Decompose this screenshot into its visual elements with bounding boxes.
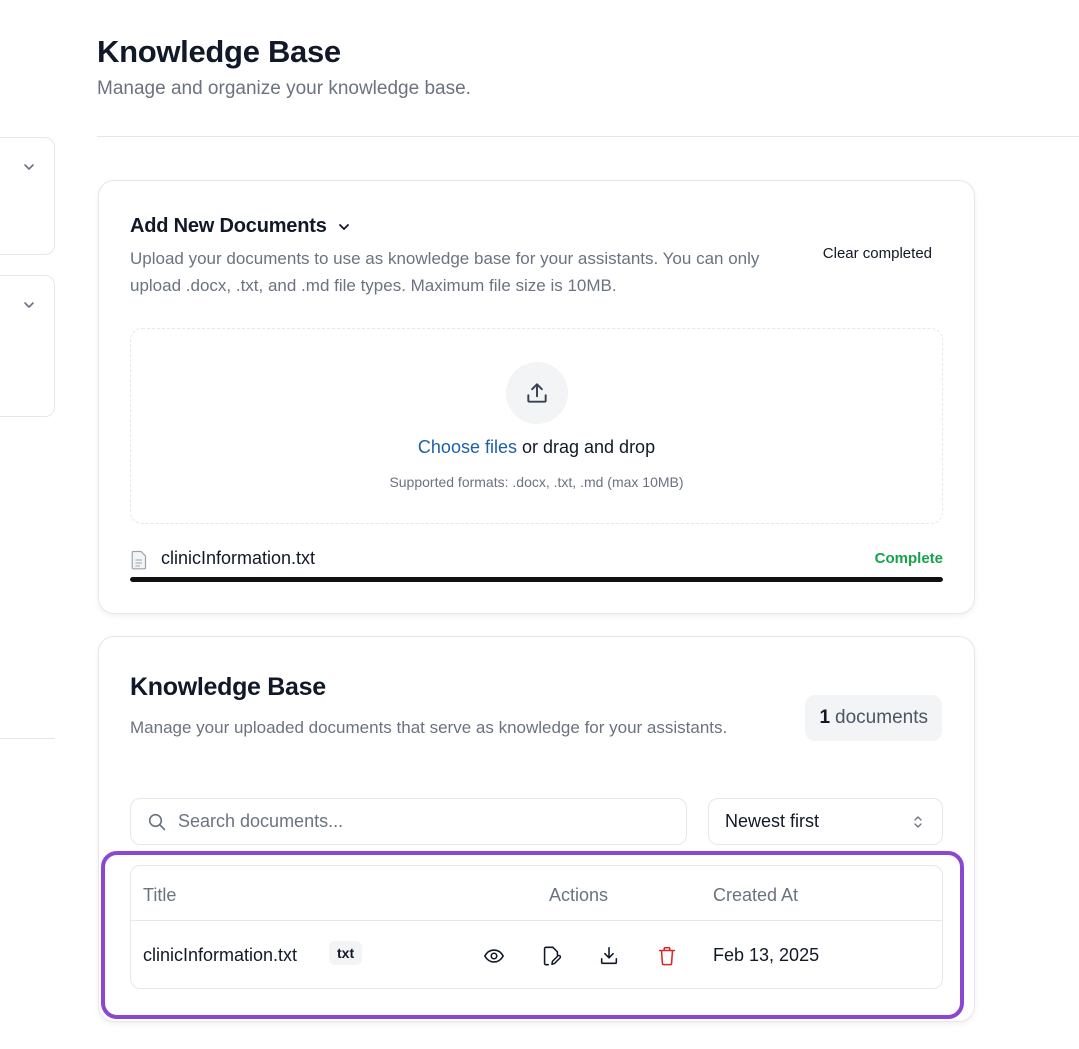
column-header-actions: Actions [549, 885, 609, 905]
download-icon [600, 946, 618, 965]
search-box[interactable] [130, 798, 687, 845]
choose-files-link[interactable]: Choose files [418, 437, 517, 457]
side-divider [0, 738, 55, 739]
side-panel-1[interactable] [0, 137, 55, 255]
table-row: clinicInformation.txt txt Feb 13, 2025 [131, 921, 942, 988]
sort-value: Newest first [725, 811, 820, 831]
uploaded-file-row: clinicInformation.txt Complete [130, 548, 943, 572]
eye-icon [483, 949, 505, 963]
column-header-title[interactable]: Title [143, 885, 176, 906]
upload-icon [527, 383, 547, 403]
document-created-at: Feb 13, 2025 [713, 945, 820, 965]
page: Knowledge Base Manage and organize your … [0, 0, 1079, 1049]
search-input[interactable] [178, 811, 658, 832]
document-name[interactable]: clinicInformation.txt [143, 945, 297, 966]
document-count-label: documents [835, 707, 928, 728]
delete-button[interactable] [656, 945, 678, 967]
knowledge-base-title: Knowledge Base [130, 673, 326, 701]
upload-status: Complete [874, 550, 943, 567]
column-header-created-at[interactable]: Created At [713, 885, 798, 906]
supported-formats: Supported formats: .docx, .txt, .md (max… [389, 474, 684, 490]
page-subtitle: Manage and organize your knowledge base. [97, 78, 471, 99]
file-edit-icon [543, 946, 562, 966]
file-icon [131, 550, 147, 570]
upload-progress-fill [130, 577, 943, 582]
download-button[interactable] [598, 945, 620, 967]
document-count-badge: 1 documents [805, 695, 942, 741]
documents-table: Title Actions Created At clinicInformati… [130, 865, 943, 989]
sort-select[interactable]: Newest first [708, 798, 943, 845]
clear-completed-button[interactable]: Clear completed [823, 245, 932, 262]
side-panel-2[interactable] [0, 275, 55, 417]
page-title: Knowledge Base [97, 34, 341, 69]
knowledge-base-description: Manage your uploaded documents that serv… [130, 718, 728, 737]
drop-instructions: Choose files or drag and drop [131, 437, 942, 458]
header-divider [97, 136, 1079, 137]
document-count: 1 [819, 707, 831, 728]
search-icon [148, 813, 166, 830]
chevron-down-icon [24, 302, 34, 308]
file-dropzone[interactable]: Choose files or drag and drop Supported … [130, 328, 943, 524]
add-documents-title: Add New Documents [130, 215, 327, 237]
edit-button[interactable] [540, 945, 562, 967]
upload-button[interactable] [506, 362, 568, 424]
upload-progress-bar [130, 577, 943, 582]
uploaded-file-name: clinicInformation.txt [161, 548, 316, 568]
trash-icon [658, 946, 676, 966]
document-type-badge: txt [329, 941, 363, 965]
sort-icon [914, 815, 922, 828]
add-documents-card: Add New Documents Upload your documents … [98, 180, 975, 614]
add-documents-description: Upload your documents to use as knowledg… [130, 249, 760, 295]
knowledge-base-card: Knowledge Base Manage your uploaded docu… [98, 636, 975, 1022]
view-button[interactable] [483, 945, 505, 967]
drag-drop-text: or drag and drop [516, 437, 656, 457]
chevron-down-icon [24, 164, 34, 170]
chevron-down-icon [338, 223, 349, 230]
add-documents-toggle[interactable]: Add New Documents [130, 215, 351, 238]
